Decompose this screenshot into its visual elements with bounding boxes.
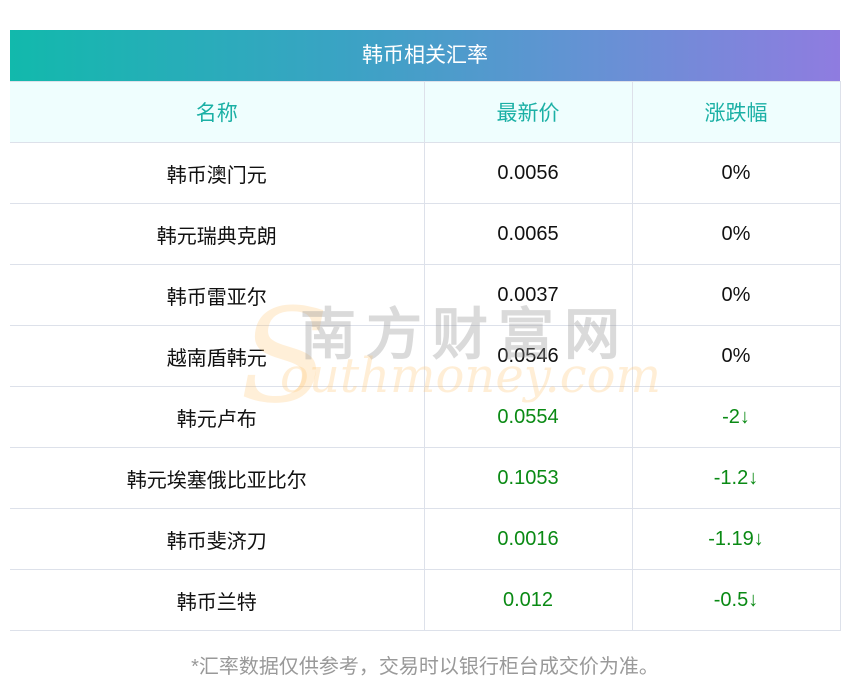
disclaimer-text: *汇率数据仅供参考，交易时以银行柜台成交价为准。	[191, 656, 659, 678]
change-percent: -1.19↓	[631, 508, 841, 570]
currency-pair-name: 越南盾韩元	[10, 325, 425, 387]
change-percent: -2↓	[631, 386, 841, 448]
table-row: 韩元瑞典克朗 0.0065 0%	[10, 203, 841, 265]
latest-price: 0.0546	[423, 325, 633, 387]
currency-pair-name: 韩币澳门元	[10, 142, 425, 204]
change-percent: 0%	[631, 325, 841, 387]
change-percent: 0%	[631, 142, 841, 204]
latest-price: 0.0065	[423, 203, 633, 265]
latest-price: 0.012	[423, 569, 633, 631]
currency-pair-name: 韩元埃塞俄比亚比尔	[10, 447, 425, 509]
change-percent: -1.2↓	[631, 447, 841, 509]
currency-pair-name: 韩元卢布	[10, 386, 425, 448]
exchange-rate-table-card: 韩币相关汇率 名称 最新价 涨跌幅 韩币澳门元 0.0056 0% 韩元瑞典克朗 0.0…	[10, 30, 841, 631]
table-row: 韩币斐济刀 0.0016 -1.19↓	[10, 508, 841, 570]
table-row: 越南盾韩元 0.0546 0%	[10, 325, 841, 387]
table-row: 韩元卢布 0.0554 -2↓	[10, 386, 841, 448]
change-percent: -0.5↓	[631, 569, 841, 631]
latest-price: 0.0016	[423, 508, 633, 570]
header-price: 最新价	[423, 81, 633, 143]
currency-pair-name: 韩元瑞典克朗	[10, 203, 425, 265]
header-change: 涨跌幅	[631, 81, 841, 143]
header-row: 名称 最新价 涨跌幅	[10, 81, 841, 143]
change-percent: 0%	[631, 203, 841, 265]
exchange-rate-table: 名称 最新价 涨跌幅 韩币澳门元 0.0056 0% 韩元瑞典克朗 0.0065 0% 韩币…	[10, 81, 841, 631]
table-row: 韩币澳门元 0.0056 0%	[10, 142, 841, 204]
latest-price: 0.1053	[423, 447, 633, 509]
change-percent: 0%	[631, 264, 841, 326]
latest-price: 0.0037	[423, 264, 633, 326]
currency-pair-name: 韩币雷亚尔	[10, 264, 425, 326]
header-name: 名称	[10, 81, 425, 143]
currency-pair-name: 韩币兰特	[10, 569, 425, 631]
currency-pair-name: 韩币斐济刀	[10, 508, 425, 570]
table-row: 韩币兰特 0.012 -0.5↓	[10, 569, 841, 631]
table-row: 韩币雷亚尔 0.0037 0%	[10, 264, 841, 326]
latest-price: 0.0056	[423, 142, 633, 204]
table-row: 韩元埃塞俄比亚比尔 0.1053 -1.2↓	[10, 447, 841, 509]
latest-price: 0.0554	[423, 386, 633, 448]
table-title: 韩币相关汇率	[10, 30, 840, 81]
